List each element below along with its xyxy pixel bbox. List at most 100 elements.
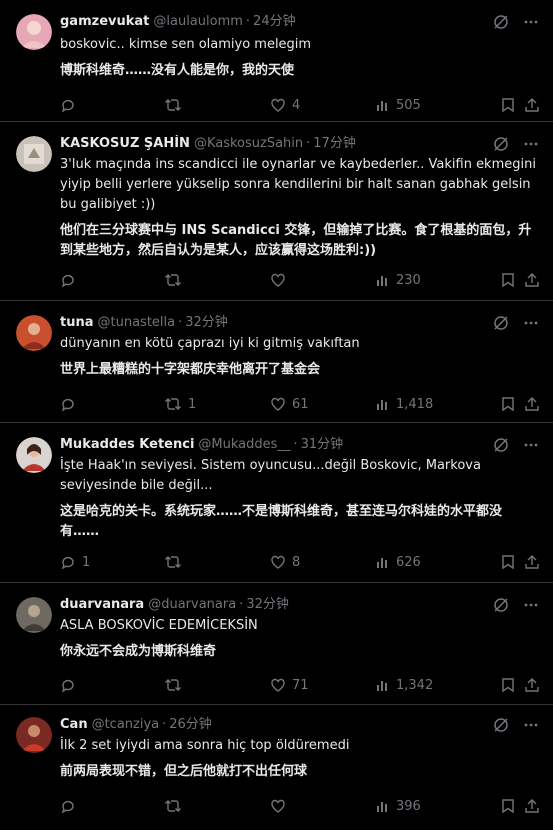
timestamp[interactable]: 17分钟: [313, 136, 356, 151]
tweet-text: boskovic.. kimse sen olamiyo melegim: [60, 37, 312, 52]
retweet-button[interactable]: [164, 94, 188, 116]
like-button[interactable]: 8: [270, 551, 300, 573]
user-handle[interactable]: @Mukaddes__: [198, 437, 290, 452]
reply-button[interactable]: [60, 393, 82, 415]
grok-icon[interactable]: [493, 14, 509, 34]
reply-count: 1: [82, 554, 91, 570]
avatar[interactable]: [16, 14, 52, 50]
tweet-translation: 博斯科维奇……没有人能是你，我的天使: [60, 63, 295, 78]
display-name[interactable]: tuna: [60, 315, 94, 330]
share-button[interactable]: [525, 393, 539, 415]
timestamp[interactable]: 24分钟: [253, 14, 296, 29]
tweet-feed: gamzevukat @laulaulomm · 24分钟 boskovic.. ki…: [0, 0, 553, 830]
avatar[interactable]: [16, 717, 52, 753]
like-button[interactable]: 71: [270, 674, 309, 696]
more-options-icon[interactable]: [523, 437, 539, 457]
avatar[interactable]: [16, 597, 52, 633]
reply-button[interactable]: [60, 674, 82, 696]
reply-button[interactable]: [60, 795, 82, 817]
share-button[interactable]: [525, 674, 539, 696]
timestamp[interactable]: 32分钟: [246, 597, 289, 612]
retweet-button[interactable]: [164, 674, 188, 696]
retweet-button[interactable]: [164, 551, 188, 573]
tweet-text: İşte Haak'ın seviyesi. Sistem oyuncusu..…: [60, 458, 486, 493]
tweet-translation: 这是哈克的关卡。系统玩家……不是博斯科维奇，甚至连马尔科娃的水平都没有……: [60, 504, 503, 539]
display-name[interactable]: KASKOSUZ ŞAHİN: [60, 136, 190, 151]
share-button[interactable]: [525, 94, 539, 116]
share-button[interactable]: [525, 795, 539, 817]
more-options-icon[interactable]: [523, 136, 539, 156]
tweet[interactable]: Can @tcanziya · 26分钟 İlk 2 set iyiydi ama s…: [0, 705, 553, 830]
timestamp[interactable]: 31分钟: [301, 437, 344, 452]
user-handle[interactable]: @tunastella: [98, 315, 176, 330]
heart-icon: [270, 396, 286, 412]
tweet-header: duarvanara @duarvanara · 32分钟: [60, 596, 539, 614]
tweet[interactable]: tuna @tunastella · 32分钟 dünyanın en kötü ça…: [0, 301, 553, 423]
user-handle[interactable]: @laulaulomm: [153, 14, 243, 29]
bookmark-button[interactable]: [501, 795, 515, 817]
views-button[interactable]: 1,342: [376, 674, 433, 696]
separator-dot: ·: [239, 597, 244, 612]
bookmark-button[interactable]: [501, 551, 515, 573]
user-handle[interactable]: @KaskosuzSahin: [194, 136, 303, 151]
tweet[interactable]: Mukaddes Ketenci @Mukaddes__ · 31分钟 İşte Ha…: [0, 423, 553, 583]
bookmark-button[interactable]: [501, 674, 515, 696]
retweet-count: 1: [188, 396, 197, 412]
bookmark-button[interactable]: [501, 393, 515, 415]
display-name[interactable]: gamzevukat: [60, 14, 149, 29]
share-icon: [525, 396, 539, 412]
views-icon: [376, 799, 390, 813]
views-button[interactable]: 396: [376, 795, 421, 817]
display-name[interactable]: Can: [60, 717, 88, 732]
views-button[interactable]: 1,418: [376, 393, 433, 415]
more-options-icon[interactable]: [523, 14, 539, 34]
like-button[interactable]: 4: [270, 94, 300, 116]
bookmark-button[interactable]: [501, 94, 515, 116]
retweet-icon: [164, 97, 182, 113]
views-button[interactable]: 626: [376, 551, 421, 573]
more-options-icon[interactable]: [523, 717, 539, 737]
share-icon: [525, 798, 539, 814]
avatar[interactable]: [16, 136, 52, 172]
user-handle[interactable]: @tcanziya: [92, 717, 160, 732]
grok-icon[interactable]: [493, 315, 509, 335]
reply-icon: [60, 396, 76, 412]
grok-icon[interactable]: [493, 597, 509, 617]
more-options-icon[interactable]: [523, 597, 539, 617]
grok-icon[interactable]: [493, 437, 509, 457]
retweet-icon: [164, 272, 182, 288]
share-button[interactable]: [525, 269, 539, 291]
reply-button[interactable]: 1: [60, 551, 90, 573]
tweet-header: KASKOSUZ ŞAHİN @KaskosuzSahin · 17分钟: [60, 135, 539, 153]
avatar[interactable]: [16, 315, 52, 351]
views-button[interactable]: 505: [376, 94, 421, 116]
bookmark-button[interactable]: [501, 269, 515, 291]
views-icon: [376, 555, 390, 569]
retweet-button[interactable]: 1: [164, 393, 196, 415]
retweet-button[interactable]: [164, 795, 188, 817]
tweet[interactable]: gamzevukat @laulaulomm · 24分钟 boskovic.. ki…: [0, 0, 553, 122]
reply-button[interactable]: [60, 94, 82, 116]
grok-icon[interactable]: [493, 136, 509, 156]
separator-dot: ·: [162, 717, 167, 732]
bookmark-icon: [501, 677, 515, 693]
like-button[interactable]: 61: [270, 393, 309, 415]
like-button[interactable]: [270, 795, 292, 817]
tweet[interactable]: duarvanara @duarvanara · 32分钟 ASLA BOSKOVİC…: [0, 583, 553, 705]
share-icon: [525, 554, 539, 570]
grok-icon[interactable]: [493, 717, 509, 737]
tweet[interactable]: KASKOSUZ ŞAHİN @KaskosuzSahin · 17分钟 3'luk …: [0, 122, 553, 301]
timestamp[interactable]: 32分钟: [185, 315, 228, 330]
like-button[interactable]: [270, 269, 292, 291]
timestamp[interactable]: 26分钟: [169, 717, 212, 732]
more-options-icon[interactable]: [523, 315, 539, 335]
views-button[interactable]: 230: [376, 269, 421, 291]
user-handle[interactable]: @duarvanara: [148, 597, 236, 612]
retweet-button[interactable]: [164, 269, 188, 291]
reply-icon: [60, 97, 76, 113]
display-name[interactable]: Mukaddes Ketenci: [60, 437, 194, 452]
reply-button[interactable]: [60, 269, 82, 291]
avatar[interactable]: [16, 437, 52, 473]
share-button[interactable]: [525, 551, 539, 573]
display-name[interactable]: duarvanara: [60, 597, 144, 612]
